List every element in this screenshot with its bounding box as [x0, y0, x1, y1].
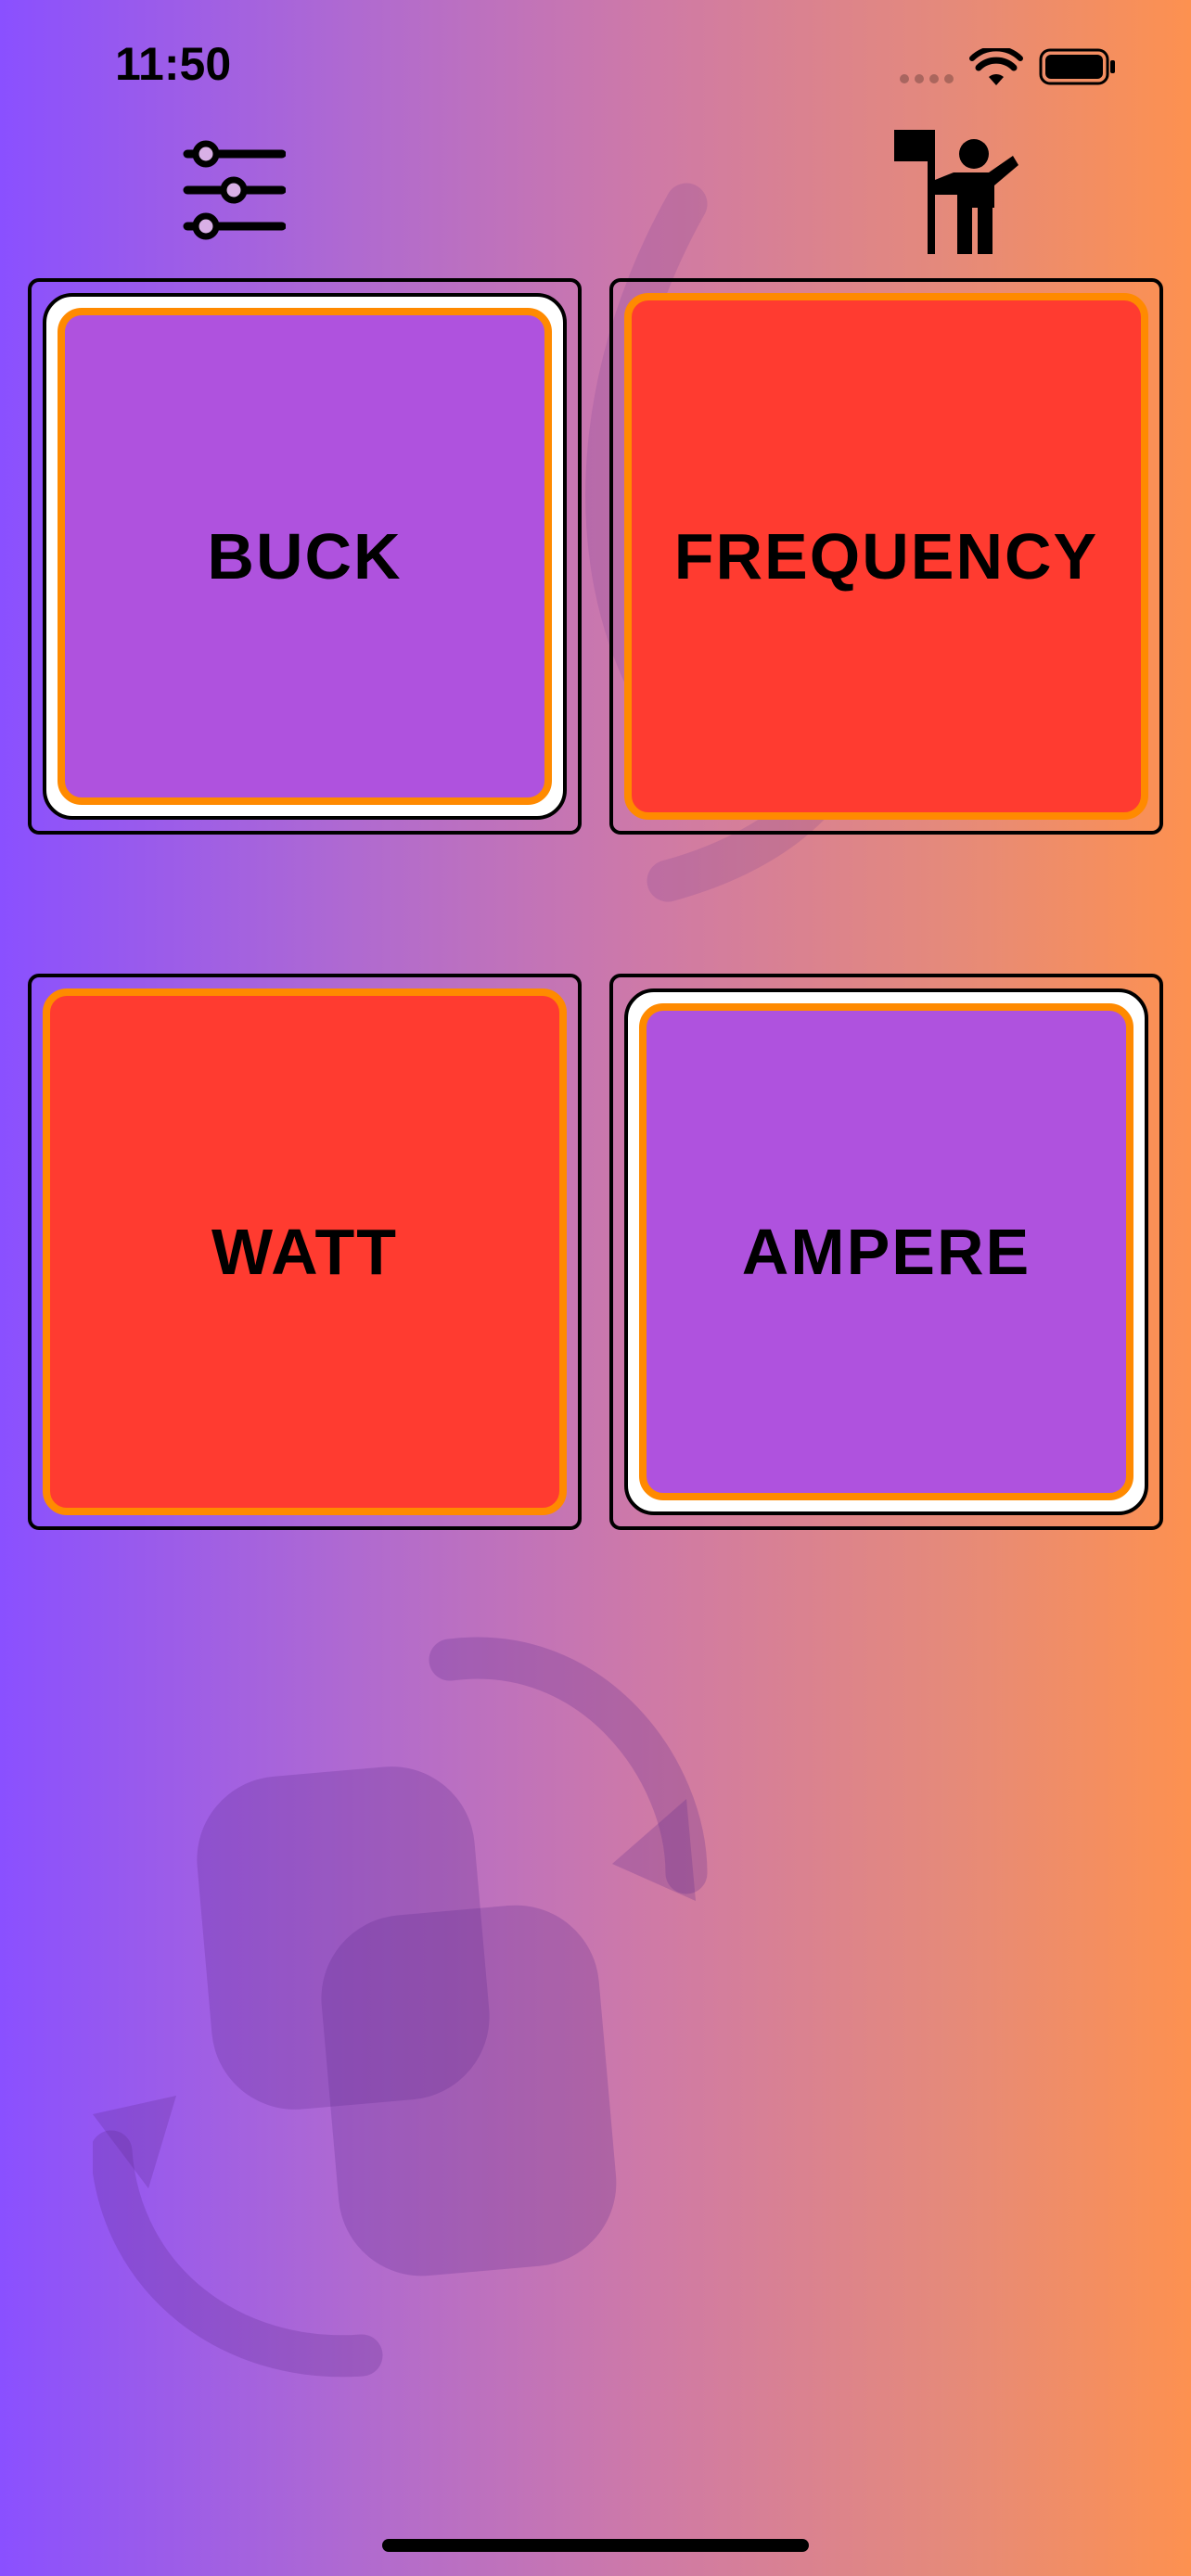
battery-icon [1039, 48, 1115, 85]
watt-card[interactable]: WATT [28, 974, 582, 1530]
settings-button[interactable] [182, 139, 287, 241]
ampere-card[interactable]: AMPERE [609, 974, 1163, 1530]
home-indicator[interactable] [382, 2539, 809, 2552]
sliders-icon [183, 140, 287, 240]
buck-card[interactable]: BUCK [28, 278, 582, 835]
buck-face: BUCK [58, 308, 552, 805]
frequency-card[interactable]: FREQUENCY [609, 278, 1163, 835]
watt-face: WATT [43, 988, 567, 1515]
person-with-flag-icon [894, 130, 1018, 254]
cellular-signal-icon [900, 74, 954, 83]
status-time: 11:50 [115, 38, 232, 90]
buck-label: BUCK [207, 520, 403, 593]
ampere-label: AMPERE [741, 1216, 1031, 1288]
help-button[interactable] [892, 126, 1022, 256]
frequency-label: FREQUENCY [673, 520, 1099, 593]
frequency-face: FREQUENCY [624, 293, 1148, 820]
wifi-icon [969, 48, 1023, 85]
background-logo-icon [93, 1637, 708, 2378]
status-bar: 11:50 [0, 0, 1191, 130]
watt-label: WATT [211, 1216, 399, 1288]
ampere-face: AMPERE [639, 1003, 1133, 1500]
